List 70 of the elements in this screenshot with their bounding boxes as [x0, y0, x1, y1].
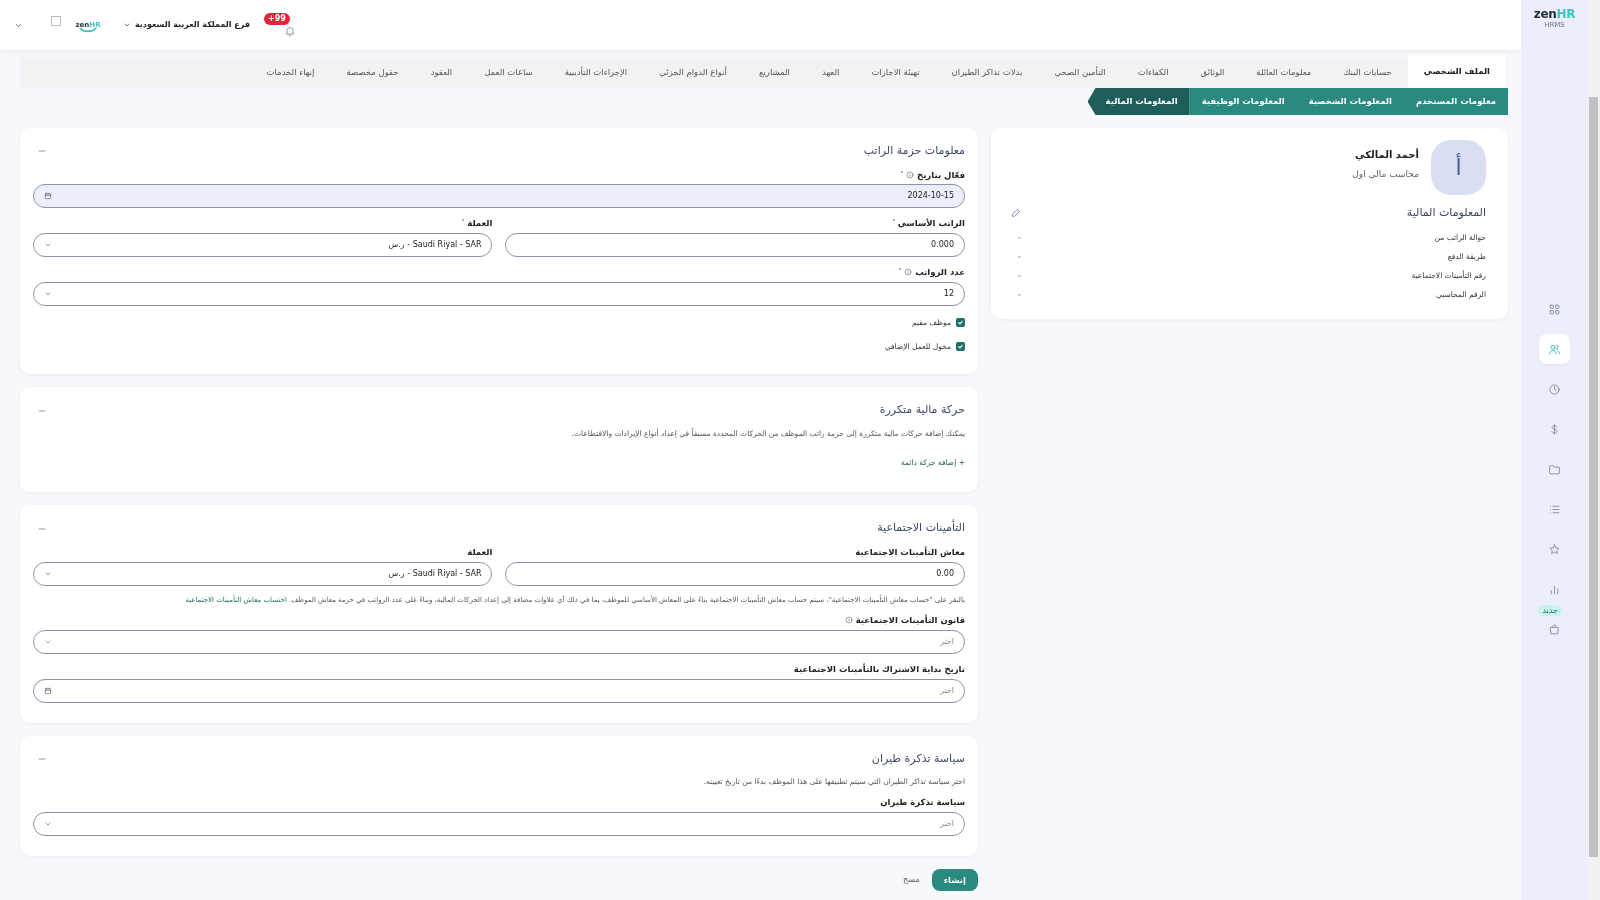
people-icon: [1548, 342, 1561, 356]
clear-button[interactable]: مسح: [903, 874, 920, 886]
branch-dropdown[interactable]: فرع المملكة العربية السعودية: [123, 19, 250, 31]
sub-tab[interactable]: المعلومات المالية: [1087, 88, 1190, 115]
profile-tab[interactable]: الإجراءات التأديبية: [548, 57, 644, 88]
dropdown-field[interactable]: اختر: [33, 629, 965, 654]
profile-tab[interactable]: التأمين الصحي: [1038, 57, 1122, 88]
pencil-icon: [1011, 208, 1021, 219]
sub-tab[interactable]: المعلومات الشخصية: [1296, 88, 1404, 115]
scrollbar[interactable]: [1588, 0, 1600, 900]
grid-icon: [1548, 302, 1561, 316]
field-label: الراتب الأساسي: [897, 217, 965, 230]
dollar-icon: [1548, 422, 1561, 436]
profile-tab[interactable]: بدلات تذاكر الطيران: [935, 57, 1039, 88]
section-title: حركة مالية متكررة: [879, 402, 965, 419]
field-label: فعّال بتاريخ: [917, 168, 965, 182]
dropdown-field[interactable]: اختر: [33, 812, 965, 836]
section-title: المعلومات المالية: [1406, 205, 1486, 221]
field-label: تاريخ بداية الاشتراك بالتأمينات الاجتماعية: [793, 662, 965, 676]
profile-tab[interactable]: حسابات البنك: [1327, 57, 1408, 88]
notification-count-badge: +99: [264, 13, 290, 25]
employee-name: أحمد المالكي: [1354, 147, 1419, 163]
field-label: عدد الرواتب: [915, 266, 965, 279]
profile-tab[interactable]: الوثائق: [1184, 57, 1241, 88]
profile-tab[interactable]: تهيئة الاجازات: [855, 57, 936, 88]
profile-tab[interactable]: المشاريع: [742, 57, 806, 88]
profile-tab[interactable]: إنهاء الخدمات: [250, 57, 331, 88]
profile-tab[interactable]: أنواع الدوام الجزئي: [643, 57, 743, 88]
field-label: العملة: [467, 545, 493, 559]
dropdown-field[interactable]: 12: [33, 281, 965, 306]
input-field[interactable]: 0.00: [505, 561, 965, 586]
chevron-down-icon: [44, 241, 52, 249]
chevron-down-icon: [123, 21, 131, 29]
date-field[interactable]: اختر: [33, 678, 965, 703]
field-label: سياسة تذكرة طيران: [880, 796, 965, 809]
dropdown-field[interactable]: Saudi Riyal - SAR - ر.س: [33, 561, 493, 586]
chevron-down-icon: [44, 820, 52, 828]
sidebar-item[interactable]: [1539, 334, 1570, 364]
dropdown-field[interactable]: Saudi Riyal - SAR - ر.س: [33, 233, 493, 257]
profile-tab[interactable]: معلومات العائلة: [1240, 57, 1328, 88]
field-label: قانون التأمينات الاجتماعية: [855, 614, 965, 627]
field-label: معاش التأمينات الاجتماعية: [855, 545, 965, 559]
notification-button[interactable]: +99: [264, 13, 296, 37]
checkbox[interactable]: [956, 317, 965, 327]
field-label: العملة: [467, 217, 493, 230]
bell-icon: [284, 25, 296, 37]
profile-tab[interactable]: العقود: [414, 57, 469, 88]
avatar: أ: [1431, 140, 1486, 195]
new-badge: جديد: [1538, 605, 1562, 616]
profile-tab[interactable]: حقول مخصصة: [330, 57, 415, 88]
input-field[interactable]: 0.000: [505, 233, 965, 257]
create-button[interactable]: إنشاء: [931, 869, 978, 891]
checkbox[interactable]: [956, 342, 965, 352]
section-title: معلومات حزمة الراتب: [863, 143, 965, 159]
profile-tab[interactable]: الكفاءات: [1121, 57, 1185, 88]
job-title: محاسب مالي اول: [1352, 168, 1419, 182]
section-title: التأمينات الاجتماعية: [877, 520, 965, 537]
sub-tab[interactable]: المعلومات الوظيفية: [1189, 88, 1297, 115]
sub-tab[interactable]: معلومات المستخدم: [1404, 88, 1508, 115]
profile-tab[interactable]: العهد: [805, 57, 856, 88]
folder-icon: [1548, 462, 1561, 476]
calendar-icon: [44, 192, 52, 201]
calendar-icon: [44, 686, 52, 695]
edit-button[interactable]: [1011, 208, 1021, 219]
star-icon: [1548, 542, 1561, 556]
section-title: سياسة تذكرة طيران: [871, 750, 965, 767]
profile-tab[interactable]: ساعات العمل: [468, 57, 549, 88]
clock-icon: [1548, 382, 1561, 396]
profile-tab[interactable]: الملف الشخصي: [1407, 54, 1506, 88]
bag-icon: [1548, 622, 1561, 636]
